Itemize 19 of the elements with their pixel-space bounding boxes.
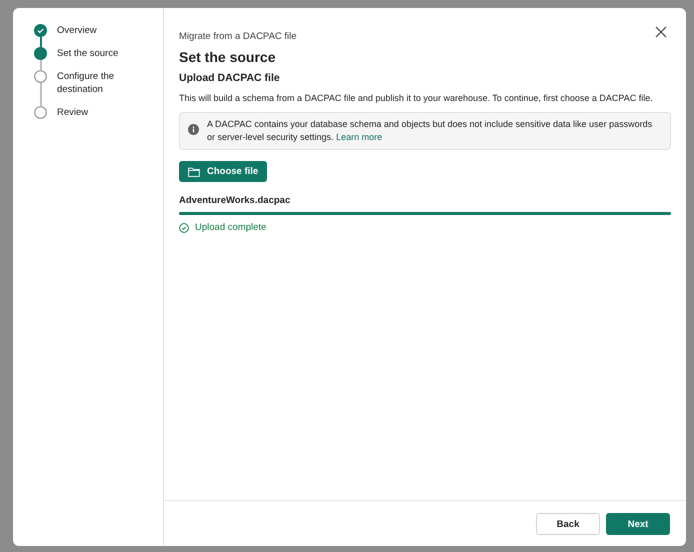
dialog-title: Set the source: [179, 49, 276, 65]
next-button[interactable]: Next: [606, 513, 670, 535]
check-circle-icon: [179, 222, 189, 232]
info-text: A DACPAC contains your database schema and objects but does not include sensitive data like user passwords or server-level security settings. Learn more: [207, 118, 654, 144]
choose-file-button[interactable]: Choose file: [179, 161, 268, 182]
step-label[interactable]: Overview: [57, 24, 131, 47]
file-name: AdventureWorks.dacpac: [179, 195, 292, 206]
description-text: This will build a schema from a DACPAC file and publish it to your warehouse. To continue, first choose a DACPAC file.: [179, 92, 654, 104]
info-icon: [188, 124, 199, 135]
step-label[interactable]: Review: [57, 106, 131, 129]
back-button[interactable]: Back: [536, 513, 600, 535]
section-heading: Upload DACPAC file: [179, 72, 281, 84]
dialog-subtitle: Migrate from a DACPAC file: [179, 31, 297, 42]
step-label[interactable]: Set the source: [57, 47, 131, 70]
learn-more-link[interactable]: Learn more: [336, 132, 382, 142]
close-button[interactable]: [654, 26, 668, 40]
upload-status: Upload complete: [195, 222, 266, 233]
folder-icon: [188, 166, 200, 176]
step-label[interactable]: Configure the destination: [57, 70, 131, 106]
